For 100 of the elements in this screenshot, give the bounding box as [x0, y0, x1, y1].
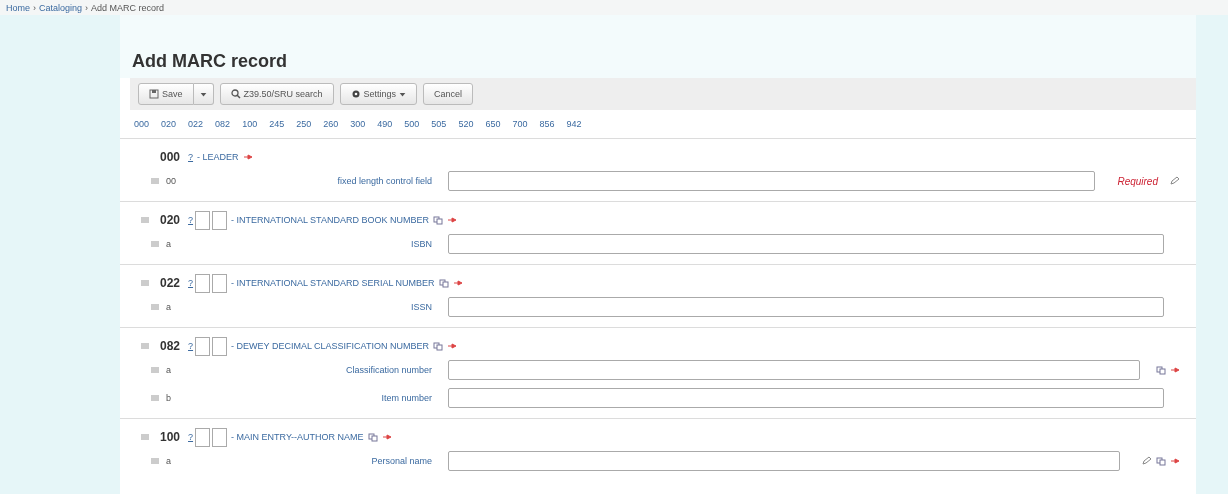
tag-link[interactable]: 500 — [404, 119, 420, 129]
subfield-label: fixed length control field — [336, 176, 432, 186]
field-tag: 020 — [160, 213, 181, 227]
subfield-label: Item number — [380, 393, 432, 403]
drag-handle-icon[interactable] — [150, 176, 160, 186]
drag-handle-icon[interactable] — [150, 393, 160, 403]
drag-handle-icon[interactable] — [140, 341, 150, 351]
breadcrumb-separator: › — [33, 2, 36, 13]
subfield-code: a — [166, 302, 172, 312]
clone-icon[interactable] — [438, 278, 449, 288]
save-icon — [149, 89, 159, 99]
indicator-field[interactable] — [195, 427, 211, 447]
subfield-code: a — [166, 365, 172, 375]
clone-icon[interactable] — [1156, 365, 1166, 375]
help-link[interactable]: ? — [188, 152, 194, 162]
tag-link[interactable]: 490 — [377, 119, 393, 129]
required-label: Required — [1117, 175, 1158, 187]
settings-dropdown-button[interactable]: Settings — [339, 83, 418, 105]
drag-handle-icon[interactable] — [150, 302, 160, 312]
delete-icon[interactable] — [381, 432, 392, 442]
tag-link[interactable]: 022 — [188, 119, 204, 129]
clone-icon[interactable] — [1156, 456, 1166, 466]
subfield-input[interactable] — [448, 388, 1164, 408]
field-tag: 022 — [160, 276, 181, 290]
breadcrumb-link[interactable]: Home — [6, 2, 30, 13]
help-link[interactable]: ? — [188, 341, 194, 351]
delete-icon[interactable] — [446, 215, 457, 225]
subfield-input[interactable] — [448, 234, 1164, 254]
settings-icon — [350, 89, 361, 99]
tag-link[interactable]: 856 — [539, 119, 555, 129]
tag-link[interactable]: 520 — [458, 119, 474, 129]
indicator-field[interactable] — [195, 336, 211, 356]
drag-handle-icon[interactable] — [150, 365, 160, 375]
help-link[interactable]: ? — [188, 215, 194, 225]
tag-link[interactable]: 020 — [161, 119, 177, 129]
indicator-field[interactable] — [212, 273, 228, 293]
field-tag: 000 — [160, 150, 181, 164]
subfield-label: ISSN — [410, 302, 432, 312]
subfield-input[interactable] — [448, 171, 1095, 191]
delete-icon[interactable] — [242, 152, 253, 162]
subfield-code: b — [166, 393, 172, 403]
field-title[interactable]: - MAIN ENTRY--AUTHOR NAME — [231, 432, 364, 442]
delete-icon[interactable] — [1170, 365, 1180, 375]
subfield-code: 00 — [166, 176, 177, 186]
subfield-label: Classification number — [344, 365, 432, 375]
subfield-input[interactable] — [448, 451, 1120, 471]
tag-link[interactable]: 100 — [242, 119, 258, 129]
toolbar-button[interactable]: Z39.50/SRU search — [219, 83, 334, 105]
subfield-code: a — [166, 456, 172, 466]
search-icon — [230, 89, 241, 99]
tag-link[interactable]: 082 — [215, 119, 231, 129]
indicator-field[interactable] — [212, 210, 228, 230]
indicator-field[interactable] — [212, 427, 228, 447]
toolbar-button[interactable]: Cancel — [423, 83, 474, 105]
tag-link[interactable]: 700 — [512, 119, 528, 129]
subfield-input[interactable] — [448, 360, 1140, 380]
indicator-field[interactable] — [195, 273, 211, 293]
delete-icon[interactable] — [1170, 456, 1180, 466]
tag-link[interactable]: 300 — [350, 119, 366, 129]
help-link[interactable]: ? — [188, 432, 194, 442]
delete-icon[interactable] — [452, 278, 463, 288]
tag-link[interactable]: 260 — [323, 119, 339, 129]
tag-link[interactable]: 245 — [269, 119, 285, 129]
field-tag: 100 — [160, 430, 181, 444]
delete-icon[interactable] — [446, 341, 457, 351]
caret-icon — [199, 90, 207, 98]
field-title[interactable]: - DEWEY DECIMAL CLASSIFICATION NUMBER — [231, 341, 429, 351]
tag-link[interactable]: 650 — [485, 119, 501, 129]
clone-icon[interactable] — [432, 341, 443, 351]
drag-handle-icon[interactable] — [140, 215, 150, 225]
breadcrumb-current: Add MARC record — [91, 2, 165, 13]
clone-icon[interactable] — [367, 432, 378, 442]
save-options-button[interactable] — [193, 83, 214, 105]
drag-handle-icon[interactable] — [140, 432, 150, 442]
subfield-input[interactable] — [448, 297, 1164, 317]
subfield-label: Personal name — [370, 456, 432, 466]
field-tag: 082 — [160, 339, 181, 353]
field-title[interactable]: - INTERNATIONAL STANDARD BOOK NUMBER — [231, 215, 429, 225]
breadcrumb-separator: › — [85, 2, 89, 13]
caret-icon — [399, 90, 407, 98]
field-title[interactable]: - INTERNATIONAL STANDARD SERIAL NUMBER — [231, 278, 435, 288]
tag-link[interactable]: 250 — [296, 119, 312, 129]
edit-icon[interactable] — [1142, 456, 1152, 466]
help-link[interactable]: ? — [188, 278, 194, 288]
tag-link[interactable]: 505 — [431, 119, 447, 129]
subfield-label: ISBN — [410, 239, 432, 249]
indicator-field[interactable] — [195, 210, 211, 230]
clone-icon[interactable] — [432, 215, 443, 225]
drag-handle-icon[interactable] — [140, 278, 150, 288]
edit-icon[interactable] — [1170, 176, 1180, 186]
save-button[interactable]: Save — [138, 83, 194, 105]
drag-handle-icon[interactable] — [150, 456, 160, 466]
indicator-field[interactable] — [212, 336, 228, 356]
breadcrumb-link[interactable]: Cataloging — [39, 2, 83, 13]
tag-link[interactable]: 942 — [566, 119, 582, 129]
subfield-code: a — [166, 239, 172, 249]
field-title[interactable]: - LEADER — [197, 152, 239, 162]
tag-link[interactable]: 000 — [134, 119, 150, 129]
page-title: Add MARC record — [120, 15, 1196, 78]
drag-handle-icon[interactable] — [150, 239, 160, 249]
